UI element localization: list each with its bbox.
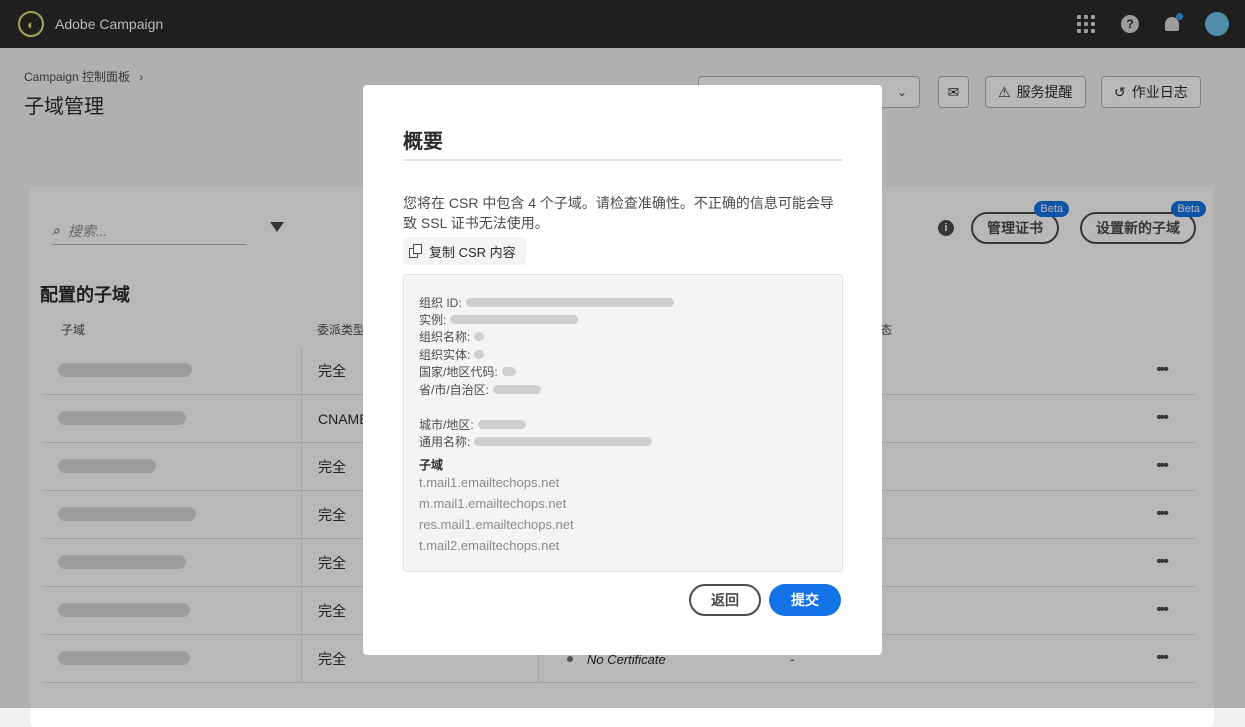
redacted-value <box>477 420 526 429</box>
redacted-value <box>465 298 674 307</box>
copy-csr-button[interactable]: 复制 CSR 内容 <box>403 237 526 265</box>
csr-details-panel: 组织 ID: 实例: 组织名称: 组织实体: 国家/地区代码: 省/市/自治区:… <box>403 274 843 572</box>
copy-icon <box>409 244 422 258</box>
summary-dialog: 概要 您将在 CSR 中包含 4 个子域。请检查准确性。不正确的信息可能会导致 … <box>363 85 882 655</box>
redacted-value <box>450 315 579 324</box>
submit-button[interactable]: 提交 <box>769 584 841 616</box>
redacted-value <box>501 367 516 376</box>
subdomains-title: 子域 <box>419 458 444 472</box>
subdomain-item: m.mail1.emailtechops.net <box>419 496 567 511</box>
dialog-description: 您将在 CSR 中包含 4 个子域。请检查准确性。不正确的信息可能会导致 SSL… <box>403 195 834 231</box>
instance-row: 实例: <box>419 311 579 328</box>
redacted-value <box>493 385 542 394</box>
instance-label: 实例: <box>419 313 447 327</box>
org-name-row: 组织名称: <box>419 328 485 345</box>
org-unit-label: 组织实体: <box>419 348 471 362</box>
country-row: 国家/地区代码: <box>419 363 516 380</box>
org-id-label: 组织 ID: <box>419 296 462 310</box>
subdomain-item: t.mail2.emailtechops.net <box>419 538 560 553</box>
org-unit-row: 组织实体: <box>419 346 485 363</box>
dialog-title: 概要 <box>403 131 443 153</box>
subdomain-item: t.mail1.emailtechops.net <box>419 475 560 490</box>
city-label: 城市/地区: <box>419 418 474 432</box>
org-name-label: 组织名称: <box>419 330 471 344</box>
city-row: 城市/地区: <box>419 416 526 433</box>
title-divider <box>403 159 842 161</box>
copy-csr-label: 复制 CSR 内容 <box>429 244 516 260</box>
common-name-label: 通用名称: <box>419 435 471 449</box>
common-name-row: 通用名称: <box>419 433 653 450</box>
subdomain-item: res.mail1.emailtechops.net <box>419 517 574 532</box>
state-row: 省/市/自治区: <box>419 381 542 398</box>
redacted-value <box>474 350 485 359</box>
redacted-value <box>474 437 653 446</box>
redacted-value <box>474 332 485 341</box>
back-button[interactable]: 返回 <box>689 584 761 616</box>
state-label: 省/市/自治区: <box>419 383 490 397</box>
country-label: 国家/地区代码: <box>419 365 498 379</box>
org-id-row: 组织 ID: <box>419 294 674 311</box>
